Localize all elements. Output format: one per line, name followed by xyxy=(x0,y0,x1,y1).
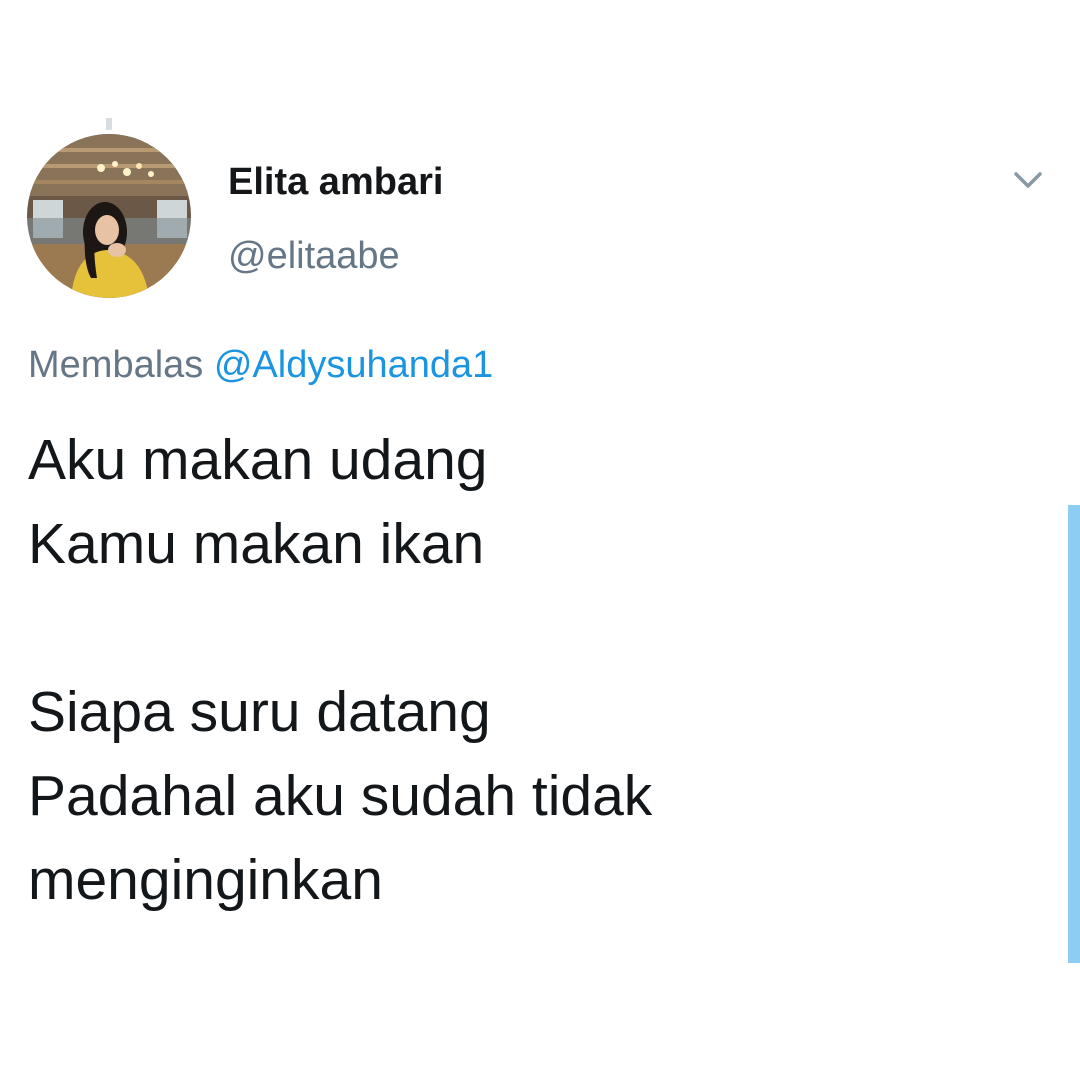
author-username: @elitaabe xyxy=(228,235,400,277)
tweet-line: Padahal aku sudah tidak xyxy=(28,764,653,828)
reply-context: Membalas @Aldysuhanda1 xyxy=(28,342,493,388)
avatar[interactable] xyxy=(27,134,191,298)
tweet-line: Kamu makan ikan xyxy=(28,512,485,576)
tweet-line: Aku makan udang xyxy=(28,428,488,492)
reply-prefix: Membalas xyxy=(28,344,214,386)
author-display-name[interactable]: Elita ambari xyxy=(228,160,443,204)
avatar-photo xyxy=(27,134,191,298)
tweet-line: menginginkan xyxy=(28,848,383,912)
tweet-text: Aku makan udang Kamu makan ikan Siapa su… xyxy=(28,418,988,922)
reply-mention-link[interactable]: @Aldysuhanda1 xyxy=(214,344,493,386)
chevron-down-icon[interactable] xyxy=(1008,162,1048,198)
scrollbar[interactable] xyxy=(1068,505,1080,963)
divider-mark xyxy=(106,118,112,130)
tweet-line: Siapa suru datang xyxy=(28,680,491,744)
